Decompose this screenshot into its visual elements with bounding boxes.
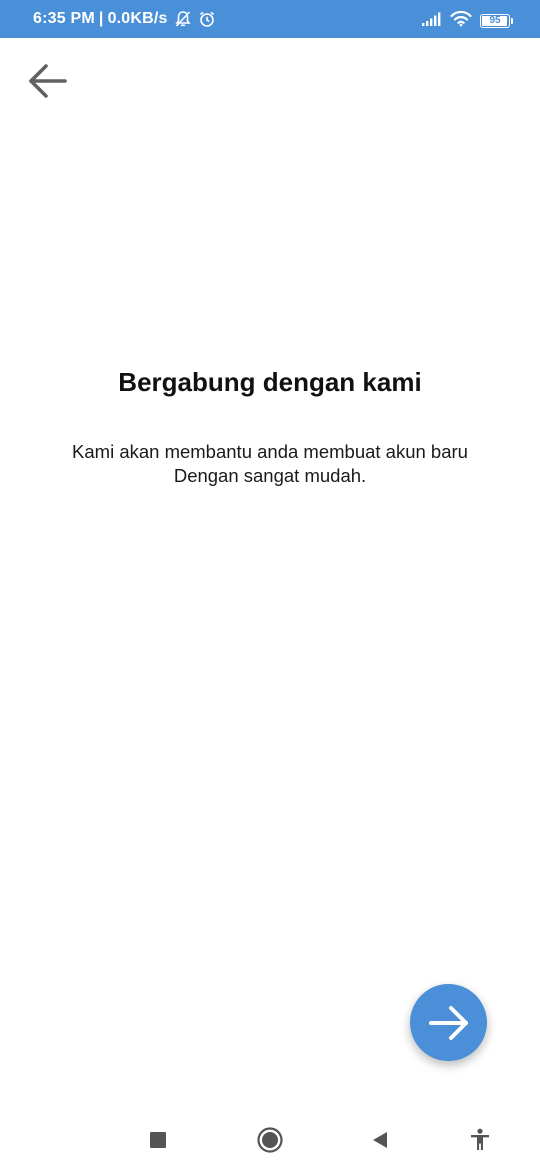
navigation-bar — [0, 1110, 540, 1170]
back-triangle-icon — [373, 1132, 387, 1148]
arrow-left-icon — [29, 64, 67, 98]
accessibility-button[interactable] — [462, 1122, 498, 1158]
home-circle-icon — [257, 1127, 283, 1153]
description-line-1: Kami akan membantu anda membuat akun bar… — [72, 441, 468, 462]
status-separator: | — [98, 10, 104, 27]
alarm-clock-icon — [198, 10, 216, 28]
battery-level: 95 — [489, 15, 501, 26]
battery-tip — [511, 18, 513, 24]
description-line-2: Dengan sangat mudah. — [173, 465, 367, 486]
back-button[interactable] — [22, 56, 72, 106]
signal-icon — [421, 11, 443, 32]
system-back-button[interactable] — [362, 1122, 398, 1158]
network-speed: 0.0KB/s — [107, 10, 168, 27]
next-button[interactable] — [410, 984, 487, 1061]
recents-square-icon — [150, 1132, 166, 1148]
accessibility-icon — [471, 1128, 489, 1150]
status-left: 6:35 PM | 0.0KB/s — [33, 10, 216, 28]
bell-off-icon — [174, 10, 192, 28]
home-button[interactable] — [252, 1122, 288, 1158]
wifi-icon — [450, 10, 472, 32]
description: Kami akan membantu anda membuat akun bar… — [0, 440, 540, 488]
status-time: 6:35 PM — [33, 10, 95, 27]
status-right: 95 — [414, 10, 513, 32]
page-title: Bergabung dengan kami — [118, 367, 422, 397]
recents-button[interactable] — [140, 1122, 176, 1158]
arrow-right-icon — [428, 1005, 468, 1040]
battery-icon: 95 — [480, 14, 513, 28]
status-bar: 6:35 PM | 0.0KB/s 95 — [0, 0, 540, 38]
